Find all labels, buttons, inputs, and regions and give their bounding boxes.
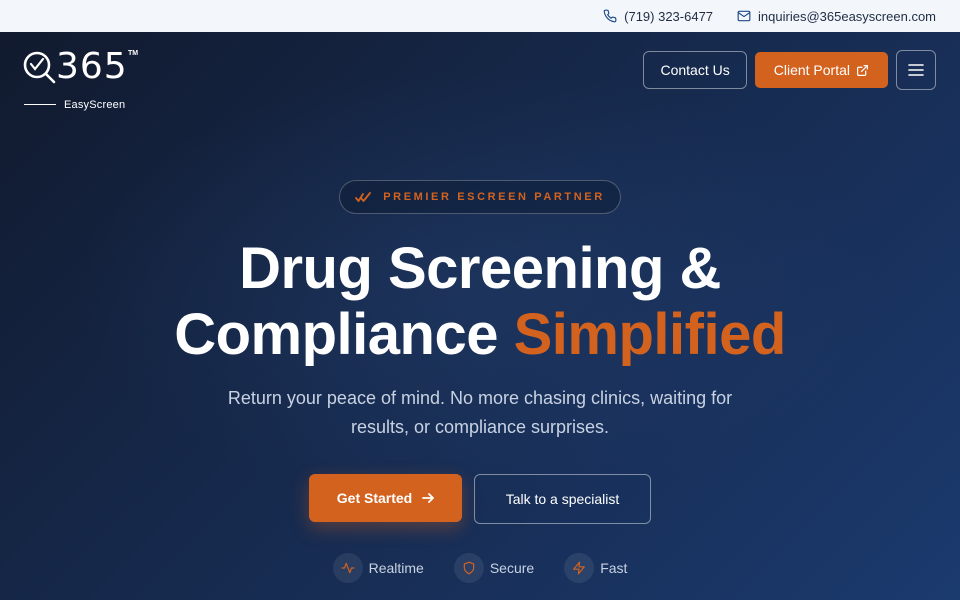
phone-link[interactable]: (719) 323-6477 — [603, 9, 713, 24]
client-portal-button[interactable]: Client Portal — [754, 52, 888, 88]
partner-badge: PREMIER ESCREEN PARTNER — [339, 180, 621, 214]
feature-label: Realtime — [368, 560, 424, 576]
header-actions: Contact Us Client Portal — [643, 50, 936, 90]
brand-logo[interactable]: 365 TM EasyScreen — [22, 46, 142, 111]
feature-list: Realtime Secure Fast — [0, 553, 960, 583]
phone-icon — [603, 9, 617, 23]
email-address: inquiries@365easyscreen.com — [758, 8, 936, 24]
subtitle-line-1: Return your peace of mind. No more chasi… — [227, 388, 733, 408]
subtitle-line-2: results, or compliance surprises. — [350, 417, 610, 437]
feature-icon-wrap — [332, 553, 363, 583]
hero-cta-group: Get Started Talk to a specialist — [0, 474, 960, 524]
contact-topbar: (719) 323-6477 inquiries@365easyscreen.c… — [0, 0, 960, 32]
shield-icon — [463, 561, 475, 575]
arrow-right-icon — [422, 493, 435, 503]
feature-realtime: Realtime — [332, 553, 424, 583]
logo-number: 365 — [56, 46, 128, 87]
email-link[interactable]: inquiries@365easyscreen.com — [737, 9, 936, 24]
hero-subtitle: Return your peace of mind. No more chasi… — [0, 384, 960, 442]
feature-label: Fast — [600, 560, 628, 576]
talk-to-specialist-button[interactable]: Talk to a specialist — [474, 474, 651, 524]
feature-label: Secure — [489, 560, 535, 576]
hero-headline: Drug Screening & Compliance Simplified — [0, 236, 960, 368]
logo-divider — [24, 104, 56, 105]
contact-us-button[interactable]: Contact Us — [643, 51, 747, 89]
lightning-icon — [573, 561, 586, 575]
headline-accent: Simplified — [513, 302, 787, 367]
double-check-icon — [355, 192, 372, 202]
partner-badge-text: PREMIER ESCREEN PARTNER — [383, 191, 605, 203]
feature-secure: Secure — [453, 553, 535, 583]
get-started-label: Get Started — [336, 490, 413, 506]
logo-subtitle: EasyScreen — [64, 99, 126, 111]
hamburger-menu-icon — [908, 64, 924, 76]
menu-button[interactable] — [896, 50, 936, 90]
feature-icon-wrap — [453, 553, 484, 583]
feature-icon-wrap — [564, 553, 595, 583]
logo-trademark: TM — [128, 50, 139, 57]
client-portal-label: Client Portal — [773, 62, 850, 78]
get-started-button[interactable]: Get Started — [309, 474, 462, 522]
external-link-icon — [857, 64, 868, 76]
feature-fast: Fast — [564, 553, 627, 583]
mail-icon — [737, 10, 751, 22]
hero-section: 365 TM EasyScreen Contact Us Client Port… — [0, 32, 960, 600]
pulse-icon — [341, 562, 354, 574]
phone-number: (719) 323-6477 — [624, 8, 714, 24]
headline-line-1: Drug Screening & — [239, 236, 721, 301]
headline-line-2: Compliance — [174, 302, 498, 367]
magnifier-check-icon — [23, 51, 56, 84]
